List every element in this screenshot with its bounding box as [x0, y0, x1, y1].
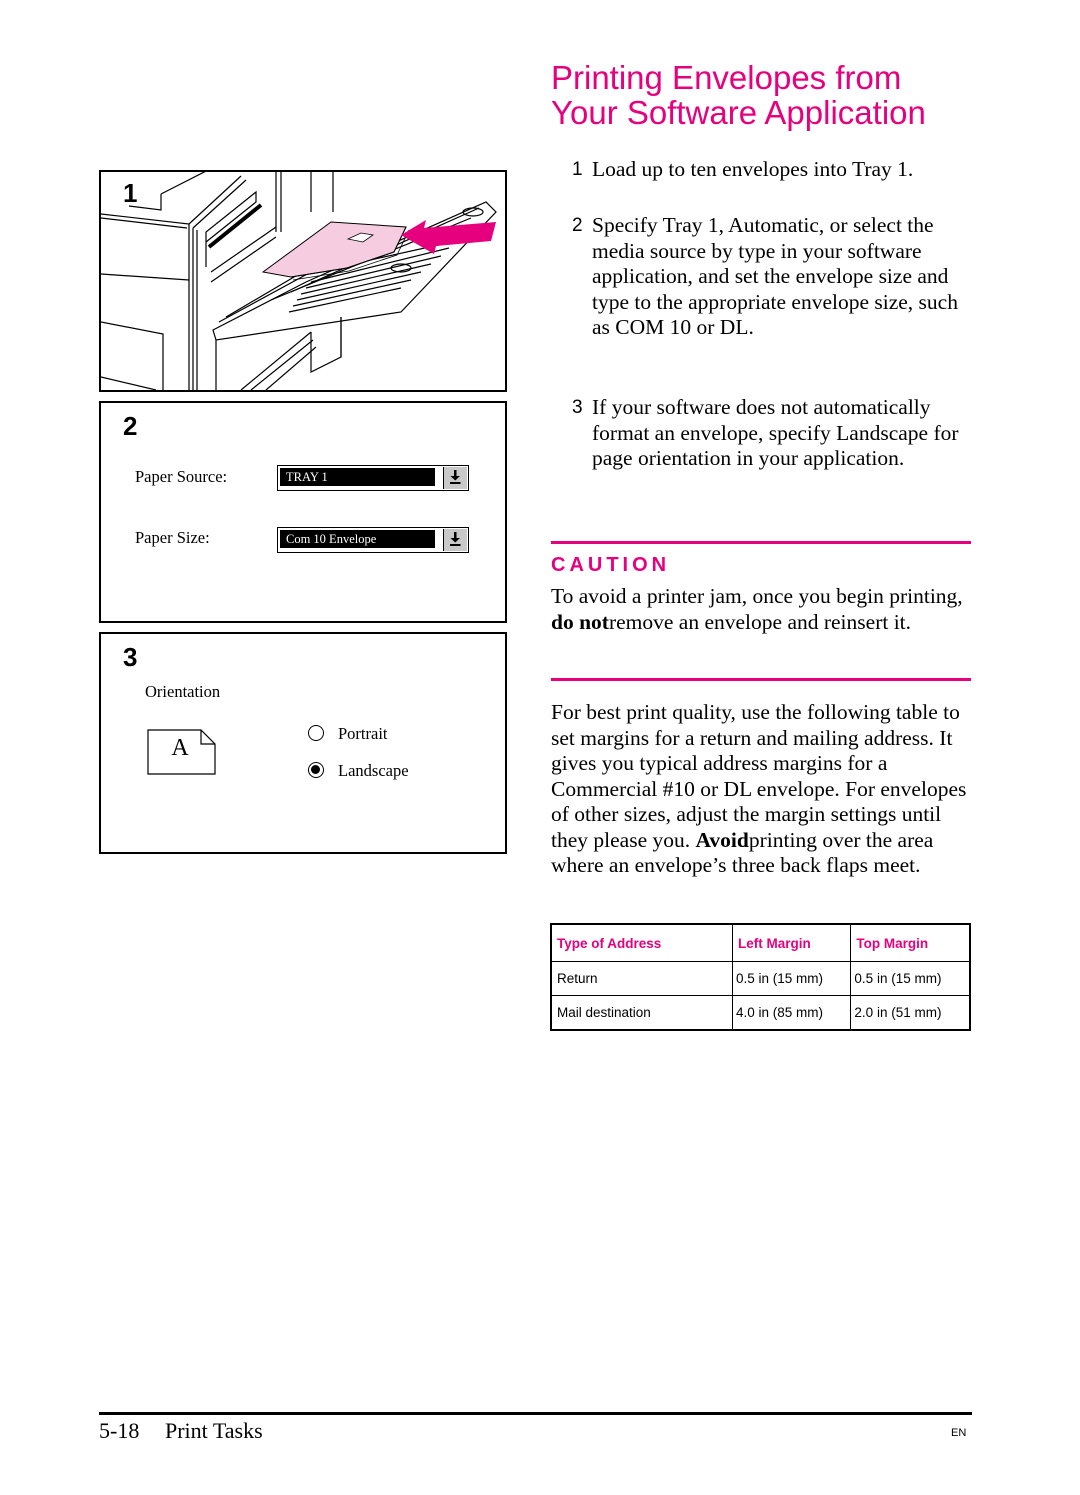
page-title: Printing Envelopes from Your Software Ap…: [551, 60, 981, 130]
caution-top-rule: [551, 541, 971, 544]
header-top-margin: Top Margin: [850, 923, 971, 962]
paper-source-dropdown-button[interactable]: [443, 467, 467, 489]
paper-size-value: Com 10 Envelope: [280, 530, 435, 548]
section-name: Print Tasks: [165, 1418, 263, 1443]
step-2: 2 Specify Tray 1, Automatic, or select t…: [572, 213, 972, 341]
cell-type: Mail destination: [550, 995, 733, 1031]
portrait-radio[interactable]: [308, 725, 324, 741]
cell-type: Return: [550, 961, 733, 996]
panel-number: 3: [123, 642, 138, 672]
download-arrow-icon: [450, 470, 461, 484]
landscape-radio[interactable]: [308, 762, 324, 778]
paper-size-dropdown-button[interactable]: [443, 529, 467, 551]
step-text: If your software does not automatically …: [592, 395, 959, 470]
margins-paragraph: For best print quality, use the followin…: [551, 700, 981, 879]
step-3: 3 If your software does not automaticall…: [572, 395, 972, 472]
step-1: 1 Load up to ten envelopes into Tray 1.: [572, 157, 972, 183]
margins-table: Type of Address Left Margin Top Margin R…: [550, 923, 971, 1031]
paper-source-dropdown[interactable]: TRAY 1: [277, 465, 469, 491]
landscape-label: Landscape: [338, 761, 409, 780]
language-code: EN: [951, 1427, 967, 1439]
footer-rule: [99, 1412, 972, 1415]
figure-panel-1: 1: [99, 170, 507, 392]
caution-text: To avoid a printer jam, once you begin p…: [551, 584, 981, 635]
caution-emphasis: do not: [551, 609, 609, 634]
caution-bottom-rule: [551, 678, 971, 681]
caution-text-before: To avoid a printer jam, once you begin p…: [551, 584, 963, 608]
header-type-of-address: Type of Address: [550, 923, 733, 962]
step-number: 1: [572, 159, 583, 180]
insert-direction-arrow-icon: [401, 220, 496, 254]
orientation-preview-icon: A: [147, 729, 217, 775]
page-number: 5-18: [99, 1418, 140, 1443]
figure-panel-2: 2 Paper Source: TRAY 1 Paper Size: Com 1…: [99, 401, 507, 623]
cell-left-margin: 0.5 in (15 mm): [731, 961, 852, 996]
table-row: Return 0.5 in (15 mm) 0.5 in (15 mm): [550, 961, 971, 996]
preview-letter: A: [171, 735, 189, 761]
paper-size-label: Paper Size:: [135, 528, 210, 547]
caution-text-after: remove an envelope and reinsert it.: [608, 609, 912, 634]
orientation-label: Orientation: [145, 682, 221, 701]
paragraph-emphasis: Avoid: [695, 827, 749, 852]
title-line-1: Printing Envelopes from: [551, 59, 902, 96]
table-row: Mail destination 4.0 in (85 mm) 2.0 in (…: [550, 995, 971, 1031]
figure-panel-3: 3 Orientation A Portrait Landscape: [99, 632, 507, 854]
cell-top-margin: 0.5 in (15 mm): [850, 961, 971, 996]
panel-number: 2: [123, 411, 138, 441]
cell-top-margin: 2.0 in (51 mm): [850, 995, 971, 1031]
panel-number: 1: [123, 178, 138, 208]
paper-size-dropdown[interactable]: Com 10 Envelope: [277, 527, 469, 553]
step-text: Load up to ten envelopes into Tray 1.: [592, 157, 914, 181]
cell-left-margin: 4.0 in (85 mm): [731, 995, 852, 1031]
step-text: Specify Tray 1, Automatic, or select the…: [592, 213, 958, 339]
portrait-label: Portrait: [338, 724, 388, 743]
step-number: 3: [572, 397, 583, 418]
step-number: 2: [572, 215, 583, 236]
table-header-row: Type of Address Left Margin Top Margin: [550, 923, 971, 962]
paper-source-value: TRAY 1: [280, 468, 435, 486]
header-left-margin: Left Margin: [731, 923, 852, 962]
title-line-2: Your Software Application: [551, 94, 926, 131]
caution-heading: CAUTION: [551, 554, 671, 576]
paper-source-label: Paper Source:: [135, 467, 228, 486]
download-arrow-icon: [450, 532, 461, 546]
